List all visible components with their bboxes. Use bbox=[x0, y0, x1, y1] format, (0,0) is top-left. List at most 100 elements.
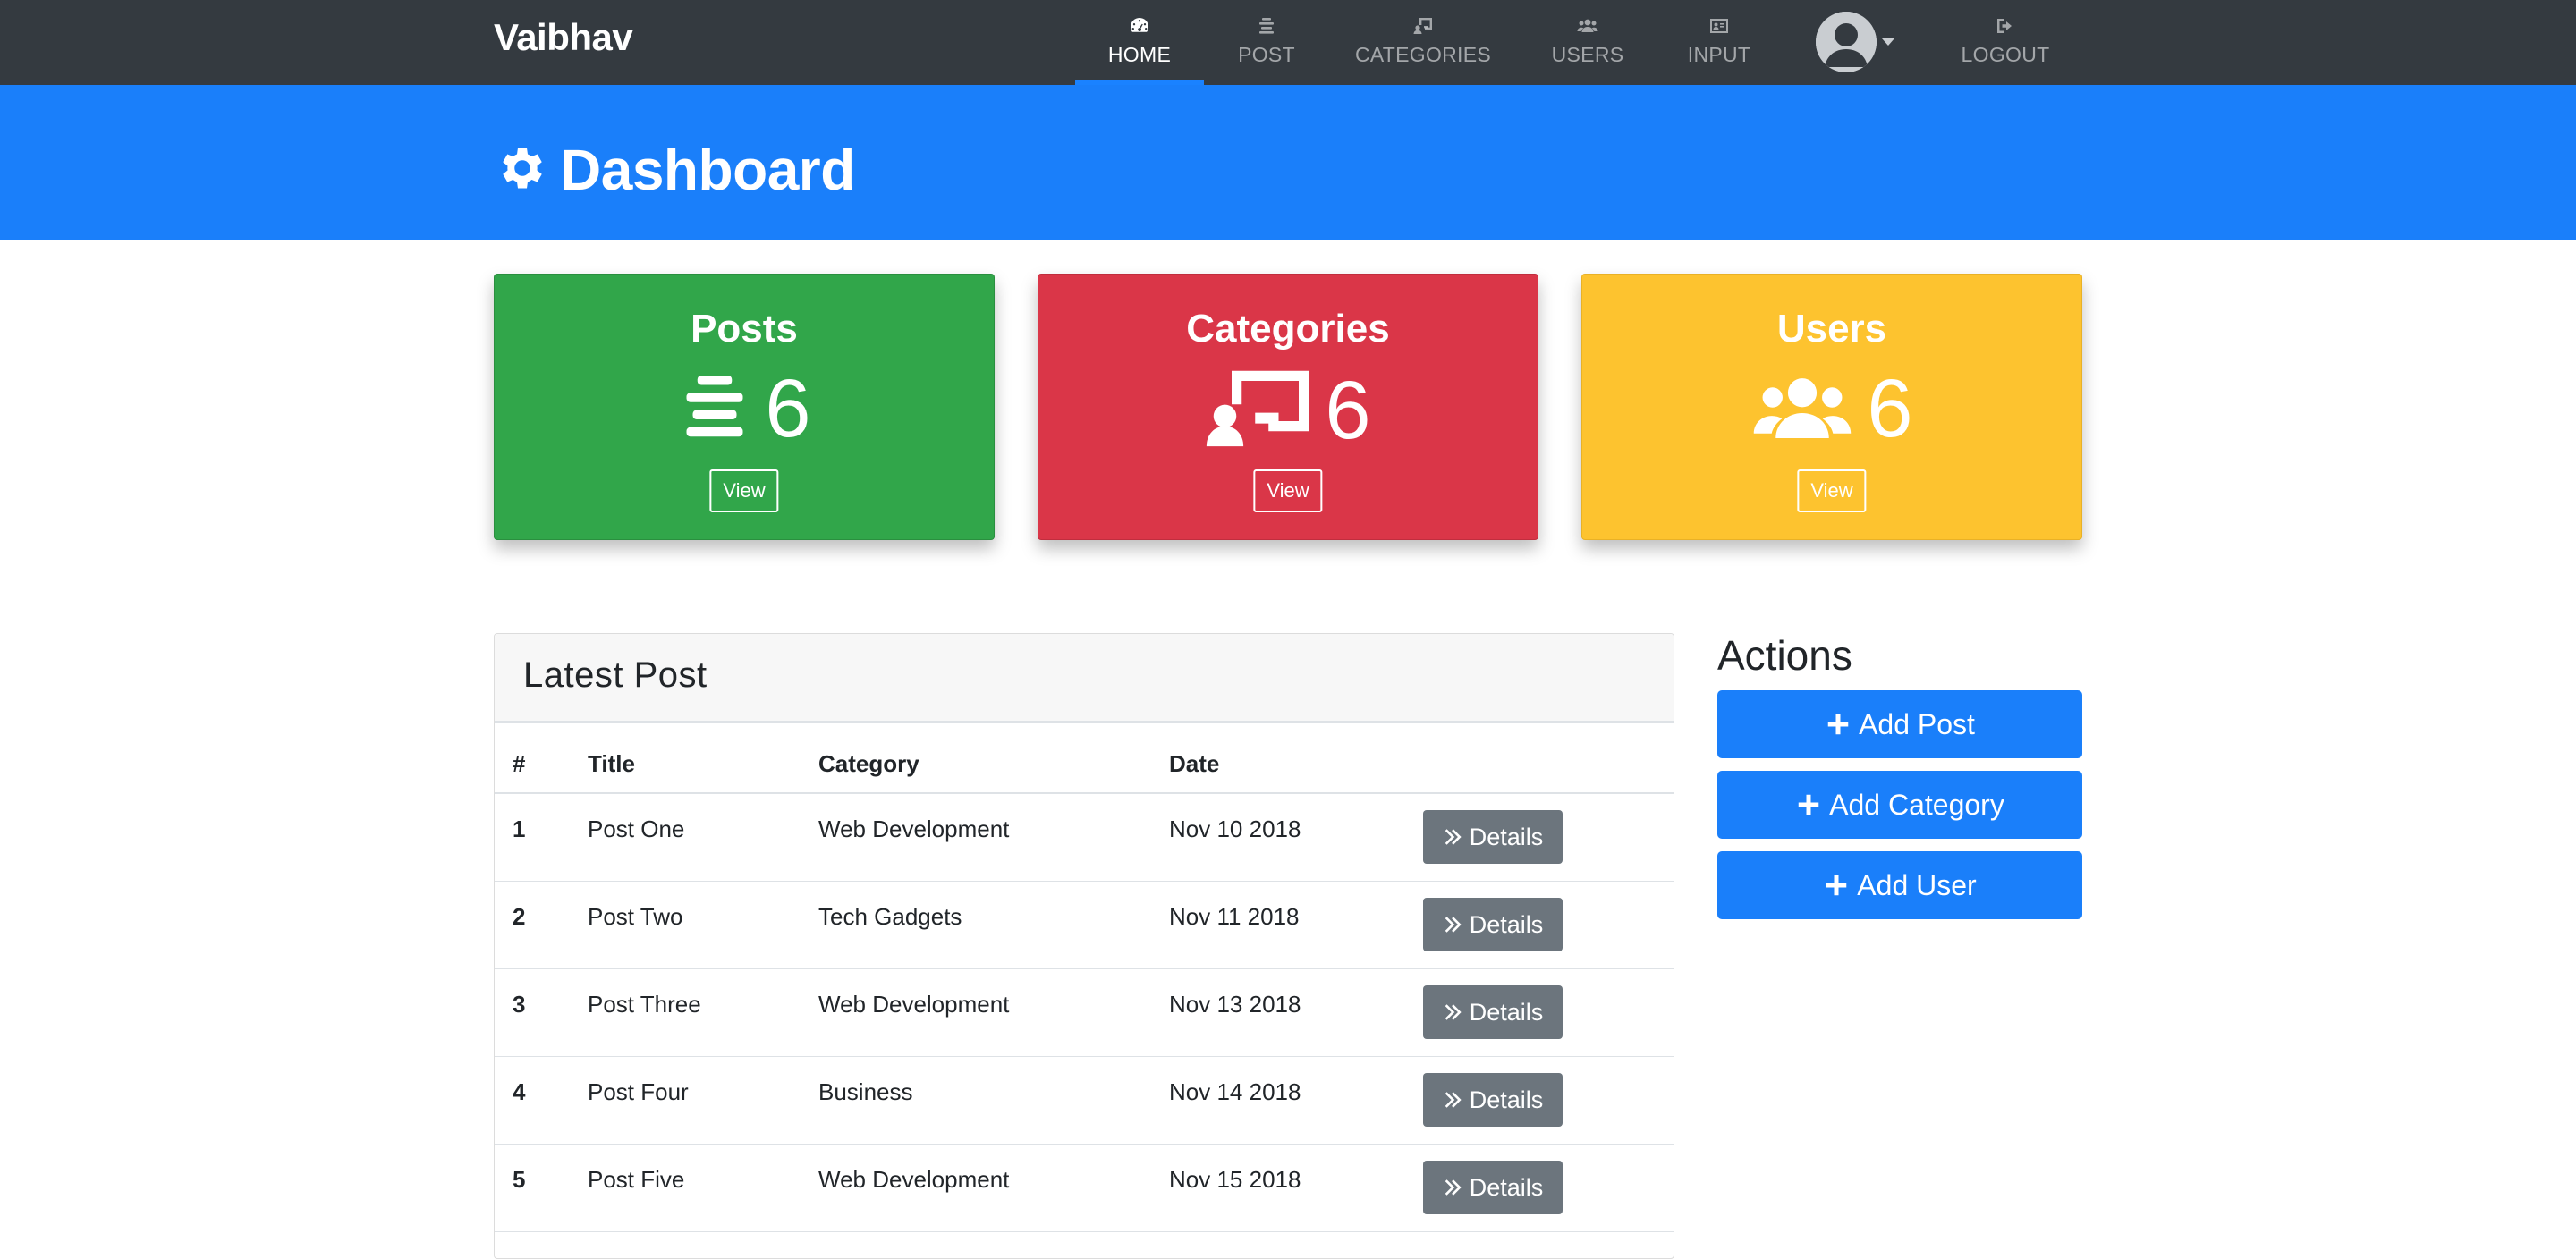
row-title: Post Four bbox=[588, 1078, 689, 1105]
row-date: Nov 13 2018 bbox=[1169, 991, 1301, 1018]
add-category-label: Add Category bbox=[1829, 788, 2004, 821]
users-icon bbox=[1750, 369, 1854, 449]
latest-post-title: Latest Post bbox=[523, 655, 708, 695]
categories-view-button[interactable]: View bbox=[1253, 469, 1323, 512]
row-title: Post One bbox=[588, 815, 685, 842]
posts-count: 6 bbox=[765, 363, 811, 454]
latest-post-header: Latest Post bbox=[495, 634, 1674, 723]
align-center-icon bbox=[1255, 14, 1278, 38]
angle-double-right-icon bbox=[1445, 917, 1462, 933]
row-number: 2 bbox=[513, 903, 526, 930]
users-card-title: Users bbox=[1776, 307, 1887, 351]
details-button[interactable]: Details bbox=[1423, 1073, 1563, 1127]
details-button[interactable]: Details bbox=[1423, 1161, 1563, 1214]
add-category-button[interactable]: Add Category bbox=[1717, 771, 2082, 839]
row-category: Business bbox=[818, 1078, 913, 1105]
details-button[interactable]: Details bbox=[1423, 898, 1563, 951]
nav-input-label: INPUT bbox=[1687, 43, 1751, 66]
cog-icon bbox=[494, 141, 560, 199]
table-row: 5 Post Five Web Development Nov 15 2018 … bbox=[495, 1145, 1674, 1232]
add-user-button[interactable]: Add User bbox=[1717, 851, 2082, 919]
details-button-label: Details bbox=[1469, 1086, 1544, 1113]
nav-post-label: POST bbox=[1238, 43, 1295, 66]
table-row: 1 Post One Web Development Nov 10 2018 D… bbox=[495, 794, 1674, 882]
users-count: 6 bbox=[1867, 363, 1913, 454]
posts-card: Posts 6 View bbox=[494, 274, 995, 540]
row-date: Nov 14 2018 bbox=[1169, 1078, 1301, 1105]
table-row: 4 Post Four Business Nov 14 2018 Details bbox=[495, 1057, 1674, 1145]
chalkboard-icon bbox=[1411, 14, 1435, 38]
page-title: Dashboard bbox=[494, 137, 855, 203]
nav-categories-label: CATEGORIES bbox=[1354, 43, 1492, 66]
angle-double-right-icon bbox=[1445, 829, 1462, 845]
details-button-label: Details bbox=[1469, 998, 1544, 1026]
row-title: Post Two bbox=[588, 903, 683, 930]
chevron-down-icon bbox=[1882, 38, 1894, 46]
plus-icon bbox=[1798, 794, 1819, 815]
add-post-label: Add Post bbox=[1859, 707, 1975, 740]
add-user-label: Add User bbox=[1857, 868, 1977, 901]
nav-logout-label: LOGOUT bbox=[1961, 43, 2050, 66]
angle-double-right-icon bbox=[1445, 1004, 1462, 1020]
column-header-title: Title bbox=[588, 750, 635, 777]
nav-input[interactable]: INPUT bbox=[1687, 0, 1751, 85]
plus-icon bbox=[1827, 714, 1849, 735]
table-header: # Title Category Date bbox=[495, 723, 1674, 794]
add-post-button[interactable]: Add Post bbox=[1717, 690, 2082, 758]
column-header-date: Date bbox=[1169, 750, 1220, 777]
details-button-label: Details bbox=[1469, 910, 1544, 938]
tachometer-icon bbox=[1128, 14, 1151, 38]
actions-title: Actions bbox=[1717, 632, 1852, 679]
sign-out-icon bbox=[1994, 14, 2017, 38]
posts-card-title: Posts bbox=[691, 307, 798, 351]
column-header-category: Category bbox=[818, 750, 919, 777]
nav-logout[interactable]: LOGOUT bbox=[1961, 0, 2050, 85]
users-icon bbox=[1576, 14, 1599, 38]
row-number: 4 bbox=[513, 1078, 526, 1105]
user-menu-dropdown[interactable] bbox=[1816, 11, 1894, 73]
chalkboard-teacher-icon bbox=[1205, 368, 1312, 452]
nav-post[interactable]: POST bbox=[1227, 0, 1306, 85]
users-view-button[interactable]: View bbox=[1797, 469, 1867, 512]
row-date: Nov 10 2018 bbox=[1169, 815, 1301, 842]
nav-home-label: HOME bbox=[1107, 43, 1172, 66]
page-header: Dashboard bbox=[0, 85, 2576, 240]
categories-card: Categories 6 View bbox=[1038, 274, 1538, 540]
plus-icon bbox=[1826, 875, 1847, 896]
details-button-label: Details bbox=[1469, 1173, 1544, 1201]
row-date: Nov 15 2018 bbox=[1169, 1166, 1301, 1193]
row-title: Post Three bbox=[588, 991, 701, 1018]
nav-home[interactable]: HOME bbox=[1075, 0, 1204, 85]
row-title: Post Five bbox=[588, 1166, 685, 1193]
posts-view-button[interactable]: View bbox=[709, 469, 779, 512]
users-card: Users 6 View bbox=[1581, 274, 2082, 540]
categories-card-title: Categories bbox=[1186, 307, 1390, 351]
page-title-text: Dashboard bbox=[560, 138, 855, 202]
nav-users-label: USERS bbox=[1551, 43, 1624, 66]
nav-categories[interactable]: CATEGORIES bbox=[1354, 0, 1492, 85]
categories-count: 6 bbox=[1325, 364, 1371, 456]
avatar bbox=[1816, 12, 1877, 72]
nav-users[interactable]: USERS bbox=[1551, 0, 1624, 85]
row-number: 5 bbox=[513, 1166, 526, 1193]
brand-logo[interactable]: Vaibhav bbox=[494, 16, 633, 59]
details-button[interactable]: Details bbox=[1423, 985, 1563, 1039]
angle-double-right-icon bbox=[1445, 1179, 1462, 1196]
table-row: 2 Post Two Tech Gadgets Nov 11 2018 Deta… bbox=[495, 882, 1674, 969]
align-center-icon bbox=[677, 369, 752, 449]
latest-post-panel: Latest Post # Title Category Date 1 Post… bbox=[494, 633, 1674, 1259]
row-number: 1 bbox=[513, 815, 526, 842]
row-category: Web Development bbox=[818, 1166, 1010, 1193]
top-navbar: Vaibhav HOME POST CATEGORIES USERS INPUT bbox=[0, 0, 2576, 85]
details-button[interactable]: Details bbox=[1423, 810, 1563, 864]
row-number: 3 bbox=[513, 991, 526, 1018]
column-header-number: # bbox=[513, 750, 526, 777]
table-row: 3 Post Three Web Development Nov 13 2018… bbox=[495, 969, 1674, 1057]
row-date: Nov 11 2018 bbox=[1169, 903, 1300, 930]
row-category: Web Development bbox=[818, 815, 1010, 842]
row-category: Tech Gadgets bbox=[818, 903, 962, 930]
row-category: Web Development bbox=[818, 991, 1010, 1018]
details-button-label: Details bbox=[1469, 823, 1544, 850]
angle-double-right-icon bbox=[1445, 1092, 1462, 1108]
id-card-icon bbox=[1707, 14, 1731, 38]
